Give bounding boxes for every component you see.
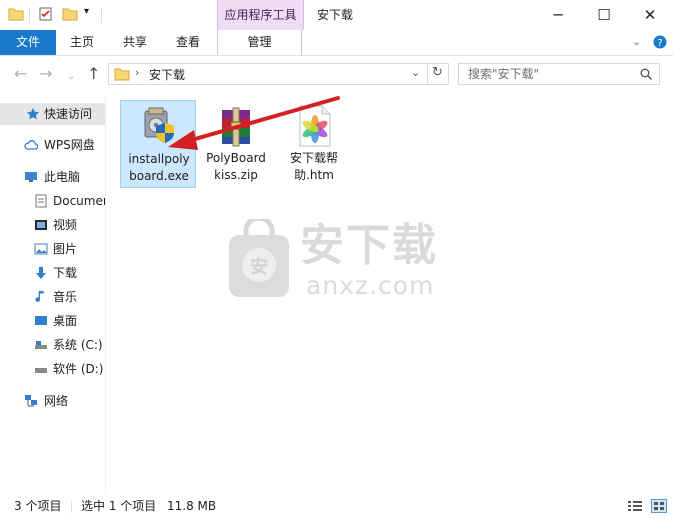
nav-label: 音乐 [53,290,78,304]
search-icon [640,68,652,80]
documents-icon [35,194,47,208]
nav-drive-c[interactable]: 系统 (C:) [0,334,105,356]
nav-pictures[interactable]: 图片 [0,238,105,260]
close-button[interactable]: ✕ [627,0,673,30]
nav-label: 此电脑 [44,170,81,184]
computer-icon [25,172,37,182]
nav-documents[interactable]: Documer [0,190,105,212]
file-name-line: 助.htm [294,168,334,182]
watermark-badge: 安 [250,257,268,278]
chevron-right-icon[interactable]: › [135,66,139,79]
address-row: ← → ⌄ ↑ › 安下载 ⌄ ↻ 搜索"安下载" [0,56,673,94]
nav-quick-access[interactable]: 快速访问 [0,103,105,125]
tab-file[interactable]: 文件 [0,30,56,55]
context-tab-app-tools: 应用程序工具 [217,0,304,30]
pictures-icon [34,243,48,255]
tab-manage[interactable]: 管理 [217,30,302,55]
recent-locations-icon[interactable]: ⌄ [67,69,75,85]
video-icon [35,220,47,230]
nav-label: WPS网盘 [44,138,95,152]
drive-icon [35,368,47,373]
separator [101,7,102,23]
selected-size: 11.8 MB [167,499,217,513]
customize-toolbar-icon[interactable]: ▾ [84,6,89,17]
status-bar: 3 个项目 选中 1 个项目 11.8 MB [0,494,673,519]
title-bar: ▾ 应用程序工具 安下载 ─ ☐ ✕ [0,0,673,30]
nav-label: 快速访问 [44,107,93,121]
tab-view[interactable]: 查看 [168,30,208,55]
nav-label: 视频 [53,218,78,232]
breadcrumb-folder[interactable]: 安下载 [149,67,185,83]
watermark-cn: 安下载 [300,220,438,271]
new-folder-icon[interactable] [62,7,78,21]
large-icons-view-icon[interactable] [651,499,667,513]
star-icon [27,108,39,120]
selected-count: 选中 1 个项目 [81,499,157,513]
nav-network[interactable]: 网络 [0,390,105,412]
separator [427,64,428,84]
separator [29,7,30,23]
folder-icon[interactable] [8,7,24,21]
svg-text:?: ? [657,38,662,49]
drive-icon [35,341,47,349]
nav-downloads[interactable]: 下载 [0,262,105,284]
file-name: PolyBoard kiss.zip [198,150,274,184]
up-button[interactable]: ↑ [87,66,100,82]
item-count: 3 个项目 [14,499,62,513]
folder-icon [114,68,130,81]
cloud-icon [24,140,38,150]
nav-drive-d[interactable]: 软件 (D:) [0,358,105,380]
watermark-en: anxz.com [306,271,435,300]
nav-desktop[interactable]: 桌面 [0,310,105,332]
minimize-button[interactable]: ─ [535,0,581,30]
ribbon-tabs: 文件 主页 共享 查看 管理 ⌄ ? [0,30,673,56]
address-bar[interactable]: › 安下载 ⌄ ↻ [108,63,449,85]
properties-icon[interactable] [38,7,54,21]
file-name: 安下载帮 助.htm [276,150,352,184]
file-name: installpoly board.exe [121,151,197,185]
nav-label: 软件 (D:) [53,362,104,376]
nav-label: 图片 [53,242,78,256]
nav-label: 网络 [44,394,69,408]
details-view-icon[interactable] [628,500,642,512]
nav-label: 桌面 [53,314,78,328]
help-icon[interactable]: ? [653,35,667,49]
download-icon [36,267,46,279]
back-button[interactable]: ← [14,66,27,82]
annotation-arrow [168,96,340,150]
refresh-icon[interactable]: ↻ [432,65,443,80]
separator [71,501,72,513]
navigation-pane: 快速访问 WPS网盘 此电脑 Documer 视频 图片 下载 音乐 桌面 系统… [0,94,105,494]
nav-videos[interactable]: 视频 [0,214,105,236]
expand-ribbon-icon[interactable]: ⌄ [632,35,641,48]
nav-label: Documer [53,194,105,208]
music-icon [35,291,44,302]
forward-button[interactable]: → [39,66,52,82]
address-dropdown-icon[interactable]: ⌄ [411,66,420,79]
nav-music[interactable]: 音乐 [0,286,105,308]
file-name-line: board.exe [129,169,189,183]
window-title: 安下载 [317,8,354,22]
network-icon [25,395,37,407]
search-input[interactable]: 搜索"安下载" [458,63,660,85]
nav-this-pc[interactable]: 此电脑 [0,166,105,188]
nav-label: 下载 [53,266,78,280]
desktop-icon [35,316,47,325]
nav-label: 系统 (C:) [53,338,103,352]
nav-wps[interactable]: WPS网盘 [0,134,105,156]
maximize-button[interactable]: ☐ [581,0,627,30]
tab-home[interactable]: 主页 [62,30,102,55]
file-name-line: kiss.zip [214,168,258,182]
pane-divider[interactable] [105,94,106,494]
watermark: 安 安下载 anxz.com [226,219,448,301]
tab-share[interactable]: 共享 [115,30,155,55]
